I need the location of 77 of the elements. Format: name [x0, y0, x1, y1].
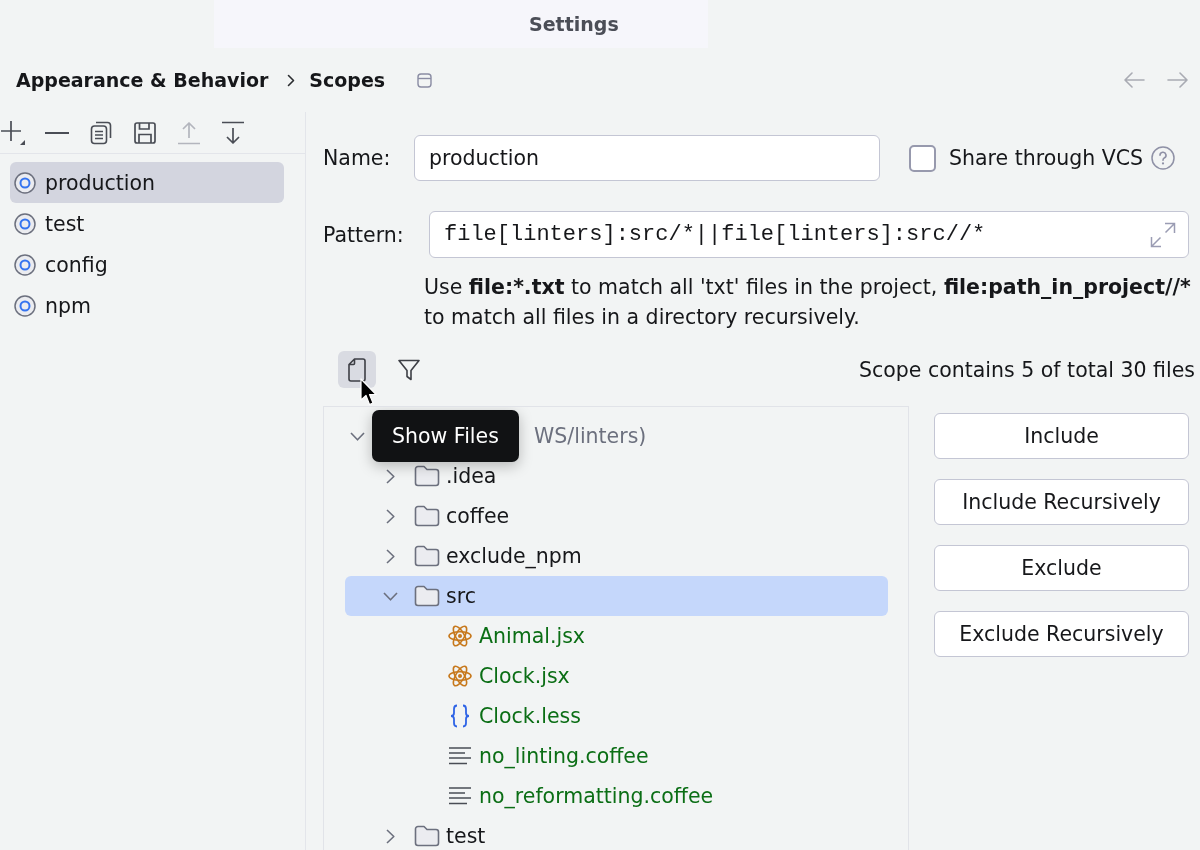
file-name: Animal.jsx [479, 624, 585, 648]
scope-icon [14, 171, 36, 194]
filter-icon [398, 358, 420, 381]
file-name: Clock.jsx [479, 664, 570, 688]
arrow-down-icon[interactable] [221, 120, 245, 145]
show-files-button[interactable] [338, 351, 376, 388]
scope-summary: Scope contains 5 of total 30 files [859, 357, 1195, 382]
chevron-right-icon[interactable] [385, 468, 395, 484]
text-lines-icon [448, 787, 472, 805]
plus-icon[interactable] [0, 119, 26, 146]
file-name: no_linting.coffee [479, 744, 649, 768]
tree-row[interactable]: coffee [345, 496, 888, 536]
pattern-field[interactable]: file[linters]:src/*||file[linters]:src//* [429, 211, 1189, 258]
file-icon [348, 357, 366, 382]
checkbox[interactable] [909, 144, 936, 172]
tooltip: Show Files [372, 410, 519, 462]
tree-row[interactable]: no_linting.coffee [345, 736, 888, 776]
breadcrumb-item[interactable]: Appearance & Behavior [16, 69, 269, 91]
folder-icon [414, 545, 440, 567]
tree-row[interactable]: WS/linters) [534, 416, 888, 456]
chevron-down-icon[interactable] [349, 431, 365, 441]
folder-name: test [446, 824, 486, 848]
project-path: WS/linters) [534, 424, 647, 448]
field-label: Pattern: [323, 222, 405, 247]
folder-icon [414, 585, 440, 607]
scope-name: production [45, 170, 156, 195]
atom-icon [448, 624, 472, 648]
scope-icon [14, 294, 36, 317]
folder-name: exclude_npm [446, 544, 582, 568]
folder-icon [414, 505, 440, 527]
name-field[interactable]: production [414, 135, 880, 181]
tree-row[interactable]: exclude_npm [345, 536, 888, 576]
action-button[interactable]: Exclude Recursively [934, 611, 1189, 657]
chevron-right-icon[interactable] [385, 508, 395, 524]
chevron-right-icon[interactable] [385, 828, 395, 844]
action-button[interactable]: Include Recursively [934, 479, 1189, 525]
help-icon[interactable] [1151, 146, 1176, 170]
field-label: Name: [323, 146, 392, 170]
folder-name: src [446, 584, 476, 608]
scope-icon [14, 212, 36, 235]
copy-icon[interactable] [90, 120, 112, 145]
tree-row[interactable]: src [345, 576, 888, 616]
minus-icon[interactable] [45, 131, 69, 134]
expand-icon[interactable] [1150, 221, 1176, 248]
hint-text: Use file:*.txt to match all 'txt' files in the project, file:path_in_project//* to match all files in a directory recursively. [424, 274, 1192, 331]
file-name: no_reformatting.coffee [479, 784, 714, 808]
scope-item[interactable]: test [10, 203, 284, 244]
scope-icon [14, 253, 36, 276]
folder-name: .idea [446, 464, 497, 488]
scope-item[interactable]: npm [10, 285, 284, 326]
atom-icon [448, 664, 472, 688]
tree-row[interactable]: no_reformatting.coffee [345, 776, 888, 816]
chevron-right-icon [287, 73, 296, 87]
mouse-pointer-icon [360, 378, 378, 406]
text-lines-icon [448, 747, 472, 765]
tree-row[interactable]: Clock.jsx [345, 656, 888, 696]
file-name: Clock.less [479, 704, 581, 728]
folder-icon [414, 825, 440, 847]
folder-name: coffee [446, 504, 510, 528]
scope-item[interactable]: config [10, 244, 284, 285]
breadcrumb-item[interactable]: Scopes [309, 69, 386, 91]
chevron-right-icon[interactable] [385, 548, 395, 564]
window-title: Settings [529, 13, 619, 35]
scope-name: config [45, 252, 108, 277]
tree-row[interactable]: Animal.jsx [345, 616, 888, 656]
action-button[interactable]: Include [934, 413, 1189, 459]
tree-row[interactable]: Clock.less [345, 696, 888, 736]
chevron-down-icon[interactable] [382, 591, 398, 601]
scope-item[interactable]: production [10, 162, 284, 203]
folder-icon [414, 465, 440, 487]
braces-icon [450, 704, 470, 728]
checkbox-label[interactable]: Share through VCS [949, 146, 1144, 170]
action-button[interactable]: Exclude [934, 545, 1189, 591]
scope-name: test [45, 211, 85, 236]
tree-row[interactable]: test [345, 816, 888, 850]
window-icon[interactable] [417, 72, 433, 88]
scope-name: npm [45, 293, 91, 318]
